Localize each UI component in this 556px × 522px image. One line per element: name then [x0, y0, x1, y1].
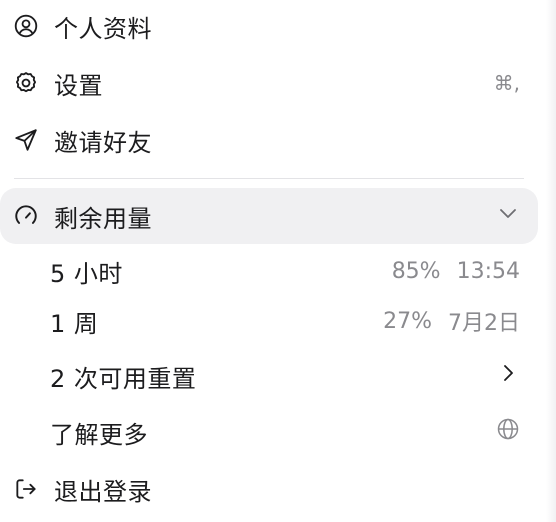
usage-reset-time: 13:54	[456, 258, 520, 284]
chevron-right-icon	[496, 361, 520, 391]
gear-icon	[12, 69, 40, 97]
chevron-down-icon	[496, 201, 520, 231]
globe-icon	[496, 417, 520, 447]
logout-icon	[12, 475, 40, 503]
remaining-usage-menu-item[interactable]: 剩余用量	[0, 188, 538, 244]
send-icon	[12, 126, 40, 154]
invite-friends-menu-item[interactable]: 邀请好友	[0, 112, 538, 168]
learn-more-label: 了解更多	[50, 420, 148, 449]
account-menu: 个人资料 设置 ⌘, 邀请好友 剩余用量 5 小时 85% 13:54 1 周 …	[0, 0, 556, 522]
menu-edge-shadow	[546, 0, 556, 522]
menu-divider	[14, 178, 524, 179]
usage-percent: 85%	[391, 258, 441, 284]
learn-more-menu-item[interactable]: 了解更多	[0, 404, 538, 460]
usage-period-label: 5 小时	[50, 259, 123, 288]
usage-percent: 27%	[383, 308, 432, 334]
settings-menu-item[interactable]: 设置 ⌘,	[0, 55, 538, 111]
gauge-icon	[12, 202, 40, 230]
available-resets-label: 2 次可用重置	[50, 364, 197, 393]
logout-label: 退出登录	[54, 477, 152, 506]
usage-reset-time: 7月2日	[448, 311, 520, 336]
remaining-usage-label: 剩余用量	[54, 204, 152, 233]
invite-friends-label: 邀请好友	[54, 128, 152, 157]
usage-period-label: 1 周	[50, 309, 99, 338]
profile-label: 个人资料	[54, 14, 152, 43]
settings-label: 设置	[54, 71, 103, 100]
user-circle-icon	[12, 12, 40, 40]
usage-row-1w: 1 周 27% 7月2日	[0, 293, 538, 349]
settings-shortcut: ⌘,	[493, 71, 520, 95]
available-resets-menu-item[interactable]: 2 次可用重置	[0, 348, 538, 404]
profile-menu-item[interactable]: 个人资料	[0, 0, 538, 54]
usage-row-5h: 5 小时 85% 13:54	[0, 243, 538, 299]
logout-menu-item[interactable]: 退出登录	[0, 461, 538, 517]
